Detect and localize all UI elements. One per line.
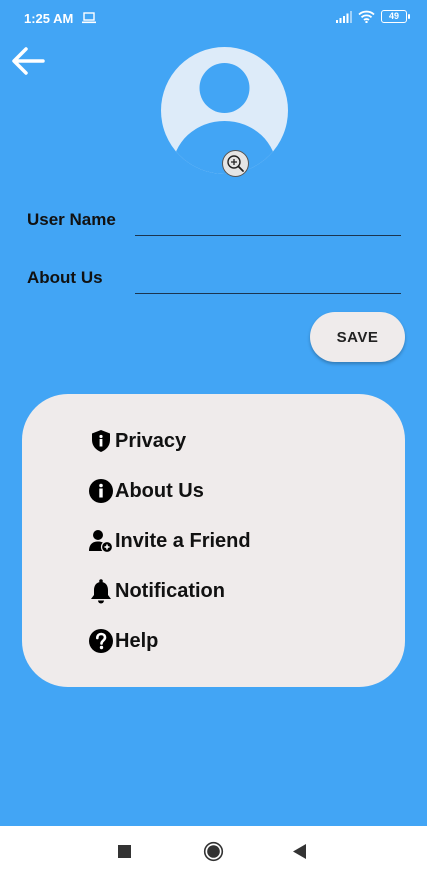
menu-item-label: Privacy [115, 429, 187, 452]
user-name-row: User Name [27, 210, 401, 250]
help-icon [89, 629, 113, 653]
menu-item-about-us[interactable]: About Us [88, 476, 204, 506]
settings-menu-card: Privacy About Us Invite a Friend Notific… [22, 394, 405, 687]
info-icon [89, 479, 113, 503]
menu-item-help[interactable]: Help [88, 626, 158, 656]
back-arrow-icon[interactable] [10, 45, 46, 77]
about-us-input[interactable] [135, 268, 401, 294]
shield-info-icon [92, 430, 110, 452]
about-us-row: About Us [27, 268, 401, 308]
laptop-icon [82, 12, 96, 24]
menu-item-privacy[interactable]: Privacy [88, 426, 186, 456]
menu-item-label: Help [115, 629, 159, 652]
home-circle-icon[interactable] [203, 841, 224, 862]
save-button[interactable]: SAVE [310, 312, 405, 362]
user-name-label: User Name [27, 210, 116, 229]
back-triangle-icon[interactable] [293, 844, 307, 859]
menu-item-label: Invite a Friend [115, 529, 251, 552]
status-icons: 49 [336, 10, 410, 23]
battery-icon: 49 [381, 10, 410, 23]
bell-icon [91, 579, 111, 604]
zoom-in-button[interactable] [222, 150, 249, 177]
wifi-icon [358, 10, 375, 23]
user-name-input[interactable] [135, 210, 401, 236]
menu-item-label: About Us [115, 479, 204, 502]
menu-item-invite-friend[interactable]: Invite a Friend [88, 526, 251, 556]
signal-icon [336, 10, 352, 23]
menu-item-label: Notification [115, 579, 225, 602]
system-nav-bar [0, 826, 427, 876]
recents-square-icon[interactable] [118, 845, 132, 859]
add-user-icon [89, 530, 114, 554]
status-time: 1:25 AM [24, 11, 74, 26]
menu-item-notification[interactable]: Notification [88, 576, 225, 606]
about-us-label: About Us [27, 268, 103, 287]
zoom-in-icon [227, 155, 244, 172]
status-bar: 1:25 AM 49 [0, 0, 427, 36]
